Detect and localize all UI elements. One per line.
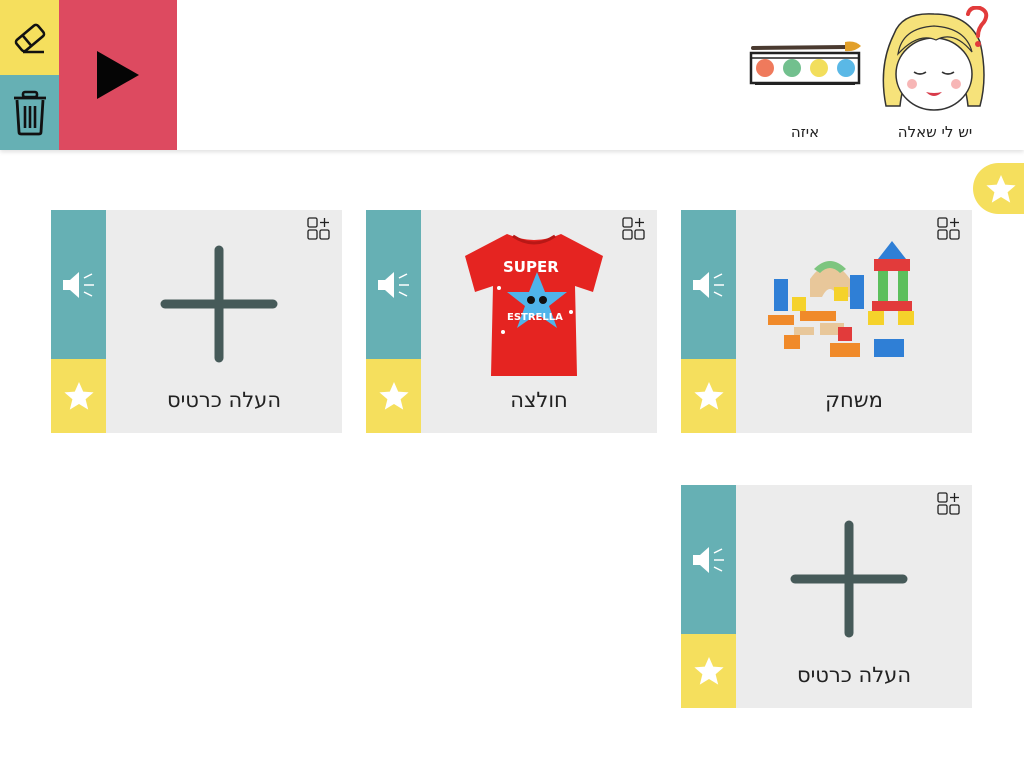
card-upload[interactable]: העלה כרטיס [51, 210, 342, 433]
trash-icon [13, 90, 46, 135]
play-button[interactable] [59, 0, 177, 150]
card-label: חולצה [510, 388, 568, 412]
star-icon [693, 382, 724, 410]
speaker-icon [377, 271, 409, 298]
toy-blocks-image [756, 226, 942, 382]
sound-button[interactable] [681, 210, 736, 359]
card-toy[interactable]: משחק [681, 210, 972, 433]
star-icon [378, 382, 409, 410]
red-tshirt-image: SUPER ESTRELLA [441, 226, 627, 382]
which-button[interactable]: איזה [745, 0, 865, 150]
which-label: איזה [790, 123, 820, 141]
shirt-text-bottom: ESTRELLA [507, 312, 563, 323]
favorite-button[interactable] [681, 359, 736, 433]
thinking-girl-icon [882, 6, 989, 111]
card-label: משחק [825, 388, 883, 412]
star-icon [986, 174, 1016, 203]
top-bar: יש לי שאלה איזה [0, 0, 1024, 150]
plus-icon [126, 226, 312, 382]
eraser-icon [14, 23, 45, 53]
favorite-button[interactable] [366, 359, 421, 433]
sound-button[interactable] [681, 485, 736, 634]
trash-button[interactable] [0, 75, 59, 150]
favorite-button[interactable] [681, 634, 736, 708]
paint-palette-icon [749, 41, 861, 85]
question-label: יש לי שאלה [897, 123, 973, 141]
speaker-icon [692, 271, 724, 298]
question-button[interactable]: יש לי שאלה [872, 0, 998, 150]
eraser-button[interactable] [0, 0, 59, 75]
shirt-text-top: SUPER [503, 258, 559, 276]
card-label: העלה כרטיס [166, 388, 282, 412]
star-icon [693, 657, 724, 685]
favorites-tab[interactable] [973, 163, 1024, 214]
sound-button[interactable] [366, 210, 421, 359]
speaker-icon [692, 546, 724, 573]
app-screen: יש לי שאלה איזה משחק SUPER ESTRELLA חולצ… [0, 0, 1024, 768]
card-label: העלה כרטיס [796, 663, 912, 687]
plus-icon [756, 501, 942, 657]
sound-button[interactable] [51, 210, 106, 359]
card-shirt[interactable]: SUPER ESTRELLA חולצה [366, 210, 657, 433]
speaker-icon [62, 271, 94, 298]
play-icon [97, 51, 139, 99]
card-upload[interactable]: העלה כרטיס [681, 485, 972, 708]
favorite-button[interactable] [51, 359, 106, 433]
star-icon [63, 382, 94, 410]
